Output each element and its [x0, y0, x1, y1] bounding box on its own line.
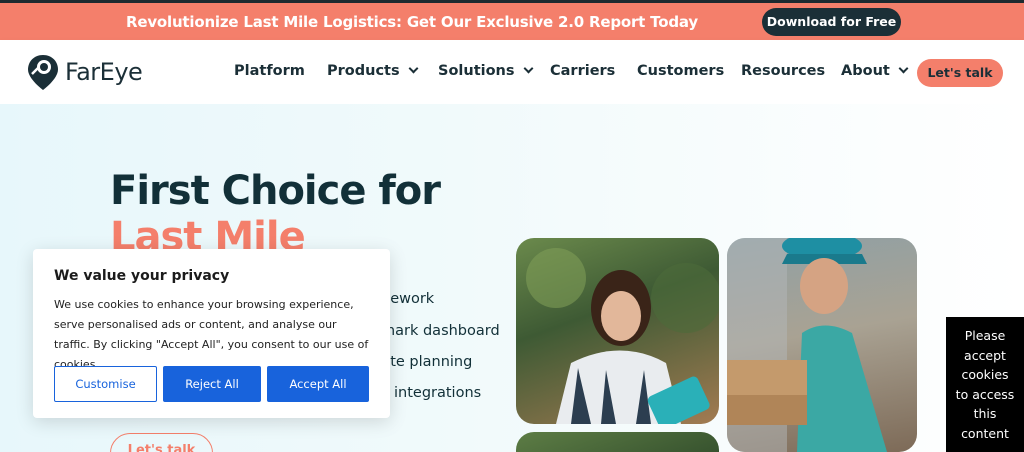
woman-illustration — [526, 248, 719, 424]
notice-line: accept — [964, 347, 1006, 363]
hero-image-bottom — [516, 432, 719, 452]
nav-item-products[interactable]: Products — [327, 63, 419, 79]
hero-image-woman-tablet — [516, 238, 719, 424]
notice-line: content — [961, 425, 1009, 441]
promo-banner: Revolutionize Last Mile Logistics: Get O… — [0, 0, 1024, 40]
cookie-consent-panel: We value your privacy We use cookies to … — [33, 249, 390, 418]
nav-item-customers[interactable]: Customers — [637, 63, 724, 79]
delivery-man-illustration — [727, 238, 887, 452]
notice-line: to access — [955, 386, 1015, 402]
cookie-title: We value your privacy — [54, 268, 230, 284]
hero-feature-4: integrations — [394, 385, 482, 401]
hero-lets-talk-button[interactable]: Let's talk — [110, 433, 213, 452]
nav-item-about[interactable]: About — [841, 63, 909, 79]
logo-pin-icon — [28, 55, 58, 90]
chevron-down-icon — [523, 63, 533, 74]
cookie-description: We use cookies to enhance your browsing … — [54, 298, 369, 371]
nav-item-carriers[interactable]: Carriers — [550, 63, 615, 79]
download-report-button[interactable]: Download for Free — [762, 8, 901, 36]
nav-item-solutions[interactable]: Solutions — [438, 63, 533, 79]
hero-headline-line1: First Choice for — [110, 168, 441, 214]
notice-line: Please — [964, 328, 1006, 343]
nav-item-resources[interactable]: Resources — [741, 63, 825, 79]
notice-line: this — [973, 406, 997, 421]
nav-item-platform[interactable]: Platform — [234, 63, 305, 79]
main-nav: FarEye Platform Products Solutions Carri… — [0, 40, 1024, 104]
notice-line: cookies — [961, 367, 1009, 382]
customise-cookies-button[interactable]: Customise — [54, 366, 157, 402]
promo-text: Revolutionize Last Mile Logistics: Get O… — [126, 13, 698, 31]
reject-all-button[interactable]: Reject All — [163, 366, 261, 402]
cookie-required-notice: Please accept cookies to access this con… — [946, 317, 1024, 452]
logo-text: FarEye — [65, 58, 143, 86]
chevron-down-icon — [408, 63, 419, 74]
chevron-down-icon — [898, 63, 909, 74]
accept-all-button[interactable]: Accept All — [267, 366, 369, 402]
hero-image-delivery-man — [727, 238, 917, 452]
lets-talk-button[interactable]: Let's talk — [917, 59, 1003, 87]
hero-feature-3: ute planning — [381, 354, 473, 370]
hero-feature-2: mark dashboard — [381, 323, 500, 339]
